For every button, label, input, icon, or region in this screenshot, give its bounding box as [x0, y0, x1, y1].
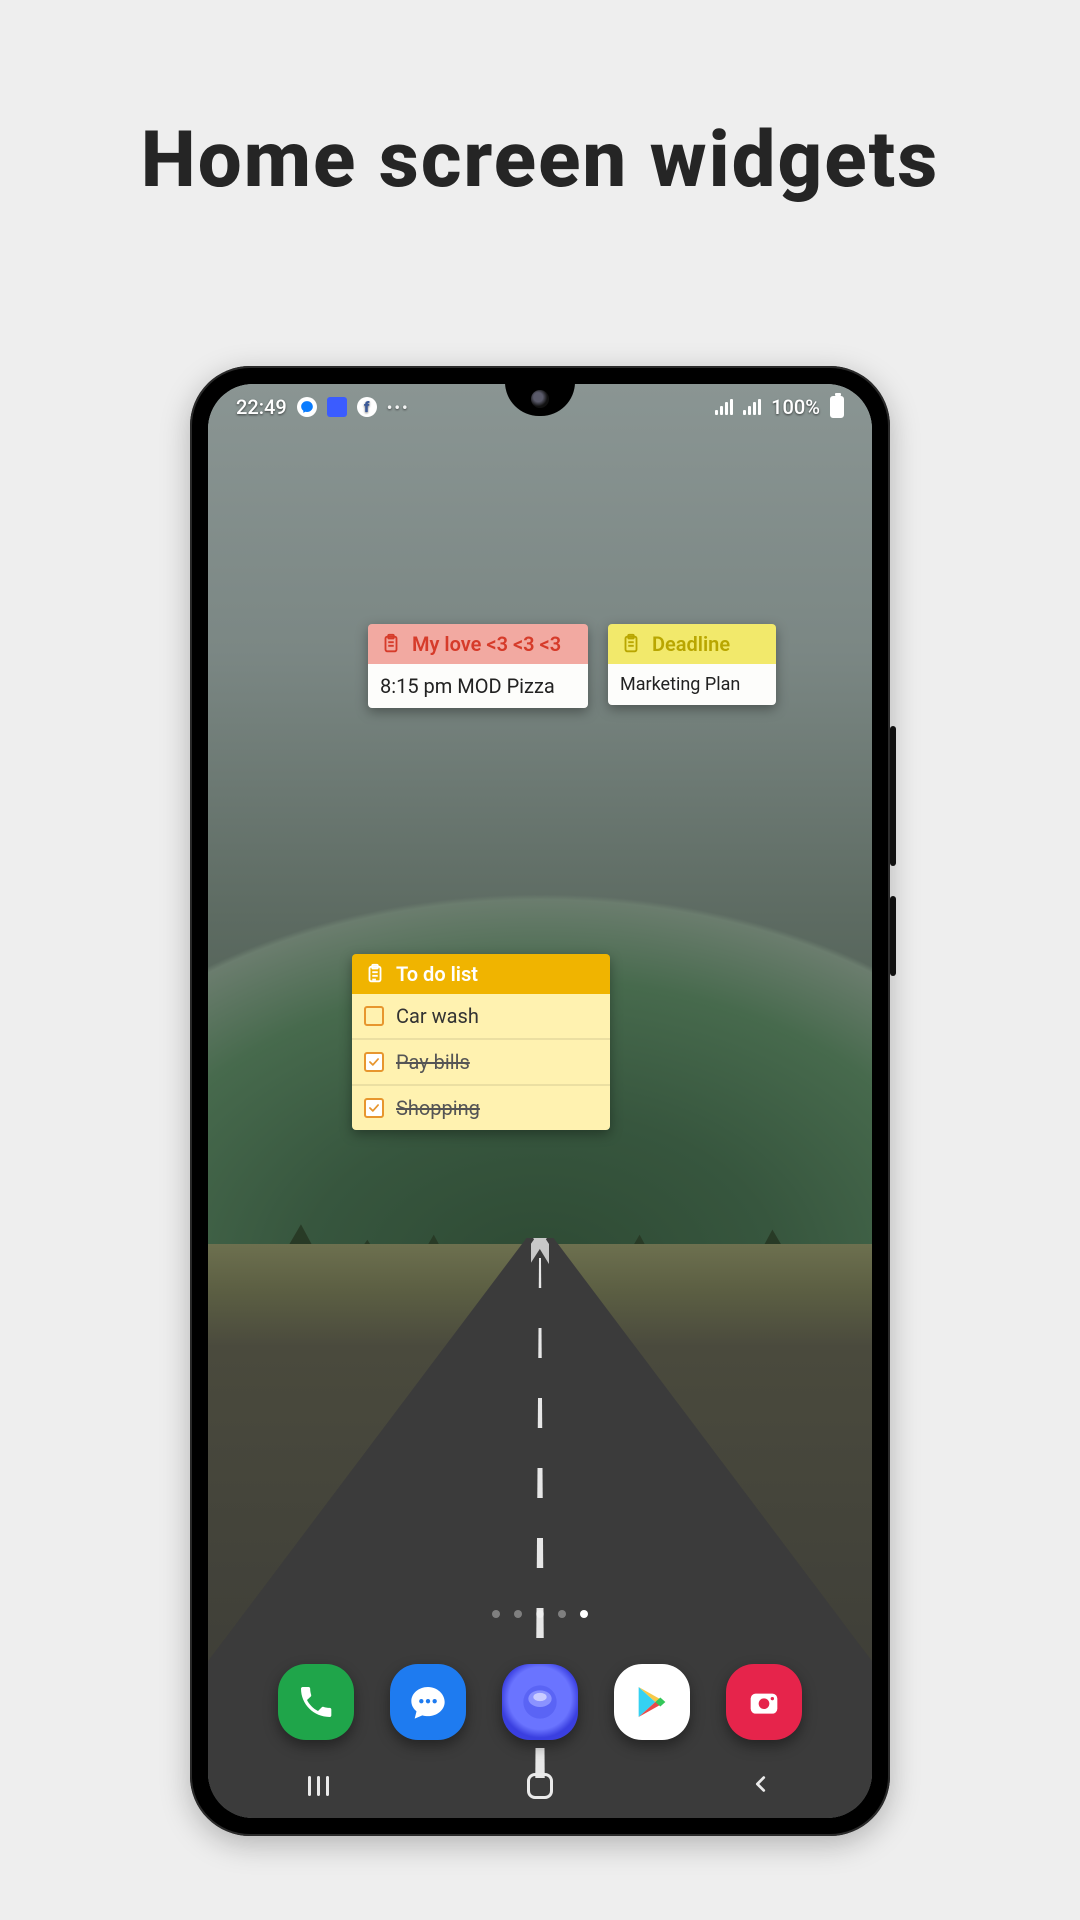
note-widget-title: My love <3 <3 <3	[412, 632, 561, 656]
page-dot[interactable]	[536, 1610, 544, 1618]
browser-app-icon[interactable]	[502, 1664, 578, 1740]
page-dot[interactable]	[580, 1610, 588, 1618]
volume-button[interactable]	[890, 726, 896, 866]
recents-button[interactable]	[289, 1771, 349, 1801]
signal-strength-icon	[743, 399, 761, 415]
app-dock	[208, 1664, 872, 1740]
note-widget-love[interactable]: My love <3 <3 <3 8:15 pm MOD Pizza	[368, 624, 588, 708]
todo-widget-title: To do list	[396, 962, 478, 986]
messages-app-icon[interactable]	[390, 1664, 466, 1740]
promo-headline: Home screen widgets	[141, 115, 939, 206]
note-widget-body: 8:15 pm MOD Pizza	[368, 664, 588, 708]
note-widget-deadline[interactable]: Deadline Marketing Plan	[608, 624, 776, 705]
todo-item[interactable]: Car wash	[352, 994, 610, 1040]
checkbox-checked-icon[interactable]	[364, 1052, 384, 1072]
camera-app-icon[interactable]	[726, 1664, 802, 1740]
signal-strength-icon	[715, 399, 733, 415]
page-dot[interactable]	[514, 1610, 522, 1618]
status-time: 22:49	[236, 395, 287, 419]
play-store-app-icon[interactable]	[614, 1664, 690, 1740]
todo-item[interactable]: Pay bills	[352, 1040, 610, 1086]
page-dot[interactable]	[558, 1610, 566, 1618]
messenger-notification-icon	[297, 397, 317, 417]
clipboard-icon	[620, 633, 642, 655]
front-camera	[531, 390, 549, 408]
note-widget-body: Marketing Plan	[608, 664, 776, 705]
battery-icon	[830, 396, 844, 418]
phone-frame: 22:49 f ••• 100% My love <3 <3	[190, 366, 890, 1836]
checkbox-unchecked-icon[interactable]	[364, 1006, 384, 1026]
power-button[interactable]	[890, 896, 896, 976]
navigation-bar	[208, 1754, 872, 1818]
clipboard-icon	[364, 963, 386, 985]
todo-widget[interactable]: To do list Car wash Pay bills Shopping	[352, 954, 610, 1130]
app-notification-icon	[327, 397, 347, 417]
clipboard-icon	[380, 633, 402, 655]
phone-screen: 22:49 f ••• 100% My love <3 <3	[208, 384, 872, 1818]
home-button[interactable]	[510, 1771, 570, 1801]
more-notifications-icon: •••	[387, 398, 410, 417]
page-dot[interactable]	[492, 1610, 500, 1618]
todo-item[interactable]: Shopping	[352, 1086, 610, 1130]
battery-percent: 100%	[771, 395, 820, 419]
wallpaper-mountain	[208, 384, 872, 1273]
facebook-notification-icon: f	[357, 397, 377, 417]
page-indicator[interactable]	[208, 1610, 872, 1618]
todo-item-label: Shopping	[396, 1096, 480, 1120]
checkbox-checked-icon[interactable]	[364, 1098, 384, 1118]
note-widget-title: Deadline	[652, 632, 730, 656]
phone-app-icon[interactable]	[278, 1664, 354, 1740]
todo-item-label: Pay bills	[396, 1050, 470, 1074]
todo-item-label: Car wash	[396, 1004, 479, 1028]
back-button[interactable]	[731, 1771, 791, 1801]
